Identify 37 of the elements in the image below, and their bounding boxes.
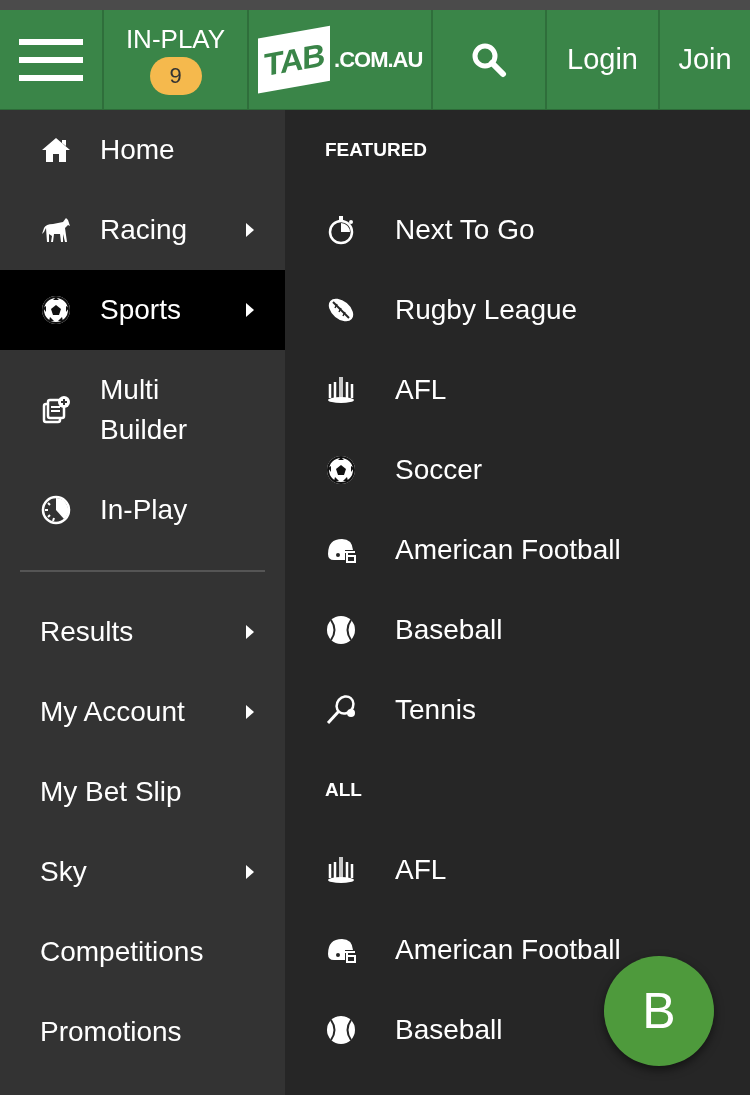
- baseball-icon: [325, 1014, 357, 1046]
- menu-icon: [19, 37, 83, 82]
- join-button[interactable]: Join: [660, 10, 750, 109]
- sport-item[interactable]: Soccer: [285, 453, 483, 487]
- baseball-icon: [325, 614, 357, 646]
- sport-item[interactable]: AFL: [285, 853, 447, 887]
- sport-item[interactable]: Baseball: [285, 613, 503, 647]
- menu-item[interactable]: Sky: [0, 832, 285, 912]
- sport-item[interactable]: American Football: [285, 533, 621, 567]
- soccer-ball-icon: [325, 454, 357, 486]
- logo[interactable]: TAB .COM.AU: [249, 10, 433, 109]
- menu-item[interactable]: Home: [0, 110, 285, 190]
- sport-item[interactable]: AFL: [285, 373, 447, 407]
- menu-item[interactable]: Results: [0, 592, 285, 672]
- menu-item[interactable]: In-Play: [0, 470, 285, 550]
- in-play-button[interactable]: IN-PLAY 9: [104, 10, 249, 109]
- menu-item[interactable]: Racing: [0, 190, 285, 270]
- section-heading: ALL: [325, 779, 362, 801]
- tennis-racket-icon: [325, 694, 357, 726]
- goal-posts-icon: [325, 374, 357, 406]
- menu-item[interactable]: Multi Builder: [0, 350, 285, 470]
- search-icon: [471, 41, 507, 78]
- sport-item[interactable]: Rugby League: [285, 293, 578, 327]
- clock-icon: [40, 494, 72, 526]
- sport-item[interactable]: Tennis: [285, 693, 476, 727]
- sport-item[interactable]: Next To Go: [285, 213, 535, 247]
- count-badge: 9: [149, 57, 202, 95]
- soccer-ball-icon: [40, 294, 72, 326]
- menu-item[interactable]: Sports: [0, 270, 285, 350]
- menu-item[interactable]: My Bet Slip: [0, 752, 285, 832]
- menu-item[interactable]: Competitions: [0, 912, 285, 992]
- menu-item[interactable]: My Account: [0, 672, 285, 752]
- sport-item[interactable]: Baseball: [285, 1013, 503, 1047]
- goal-posts-icon: [325, 854, 357, 886]
- menu-item[interactable]: Promotions: [0, 992, 285, 1072]
- stacked-pages-plus-icon: [40, 394, 72, 426]
- section-heading: FEATURED: [325, 139, 428, 161]
